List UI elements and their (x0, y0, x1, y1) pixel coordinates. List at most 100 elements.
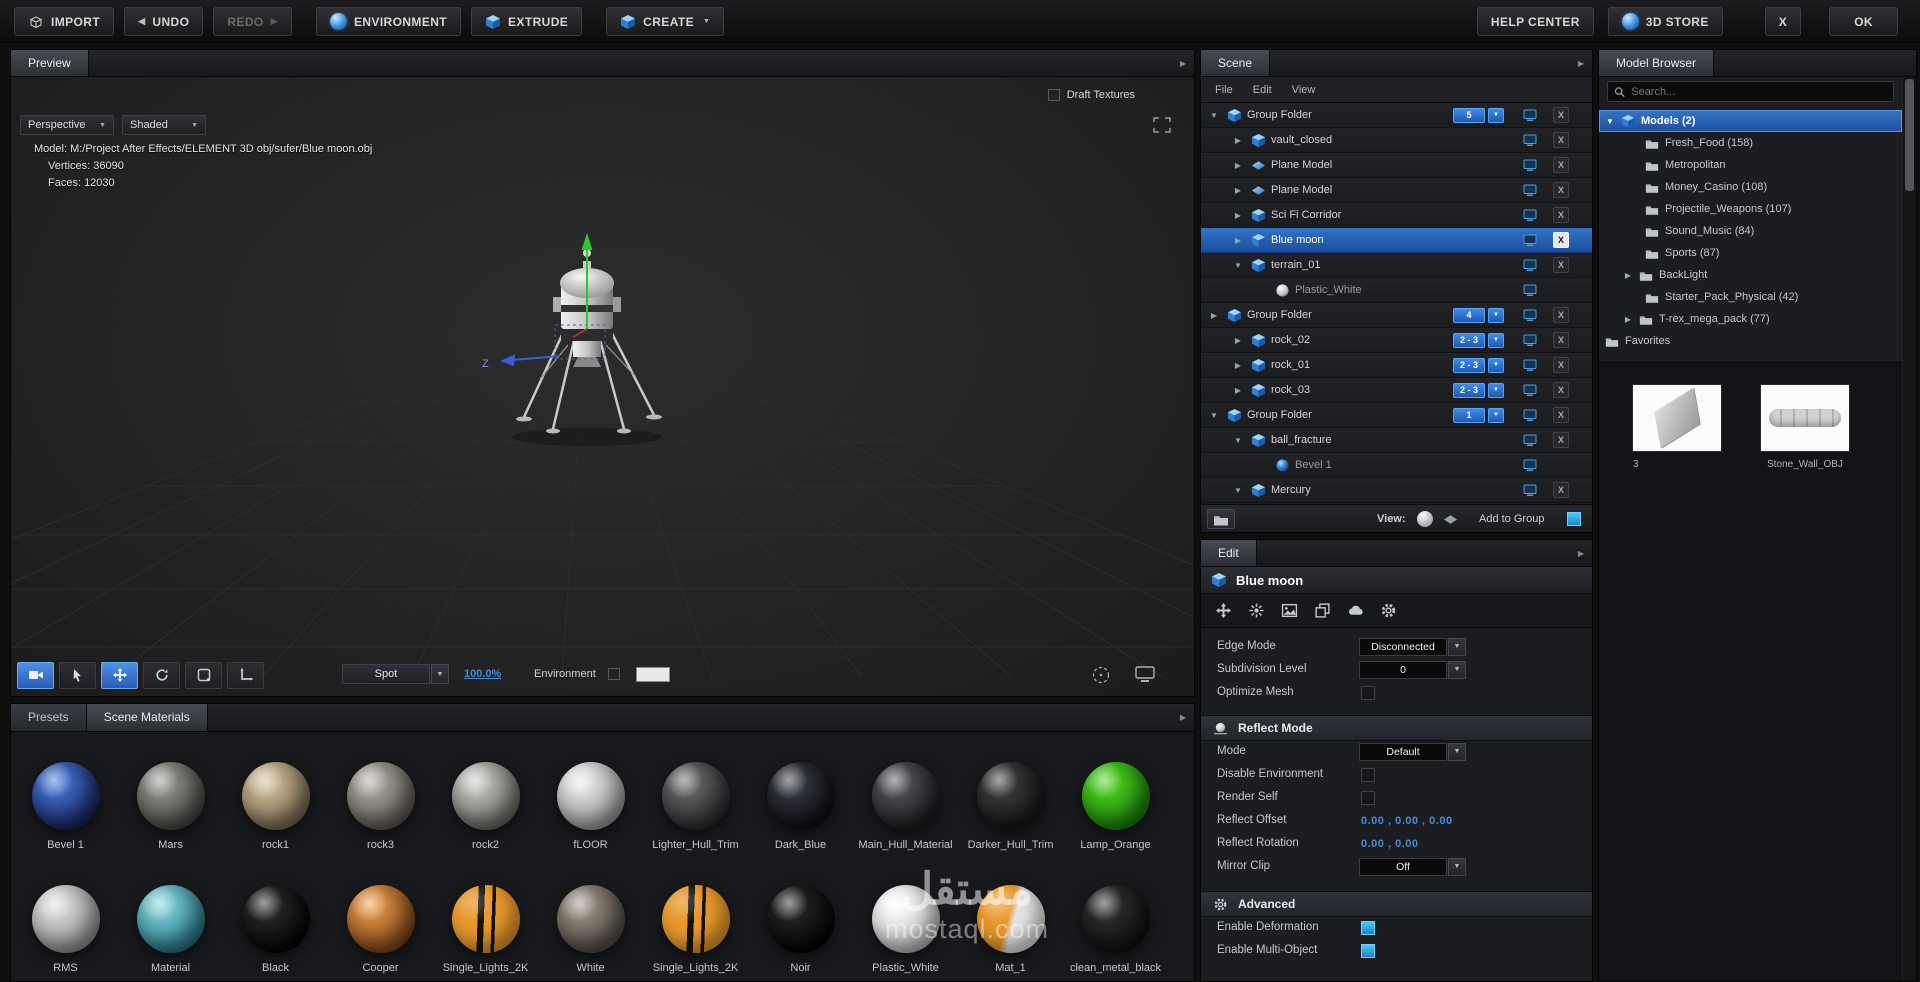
scene-row[interactable]: Bevel 1 (1201, 453, 1592, 478)
monitor-icon[interactable] (1523, 134, 1537, 152)
mode-dropdown[interactable]: Default (1359, 743, 1447, 761)
subdivision-dropdown-arrow-icon[interactable]: ▼ (1448, 661, 1466, 679)
close-row-button[interactable]: X (1553, 157, 1569, 173)
browser-row[interactable]: Sound_Music (84) (1599, 220, 1902, 242)
scene-row[interactable]: ▶ Plane Model X (1201, 153, 1592, 178)
model-thumbnail[interactable] (1633, 385, 1721, 451)
viewport-3d[interactable]: Z Draft Textures Perspective ▼ Shaded ▼ … (12, 77, 1193, 695)
view-sphere-icon[interactable] (1417, 511, 1433, 527)
environment-checkbox[interactable] (608, 668, 620, 680)
badge-dropdown-icon[interactable]: ▼ (1488, 308, 1504, 323)
close-row-button[interactable]: X (1553, 132, 1569, 148)
orbit-widget-icon[interactable] (1091, 665, 1111, 685)
browser-row[interactable]: ▼ Models (2) (1599, 110, 1902, 132)
material-sphere[interactable] (976, 762, 1045, 830)
material-sphere[interactable] (241, 762, 310, 830)
group-folder-button[interactable] (1207, 509, 1235, 529)
light-select-dropdown[interactable]: Spot (342, 664, 430, 684)
ok-button[interactable]: OK (1829, 7, 1898, 36)
menu-view[interactable]: View (1292, 84, 1316, 96)
expand-arrow-icon[interactable]: ▶ (1233, 361, 1243, 370)
count-badge[interactable]: 4 (1453, 308, 1485, 323)
menu-file[interactable]: File (1215, 84, 1233, 96)
collapse-arrow-icon[interactable]: ▼ (1209, 411, 1219, 420)
redo-button[interactable]: REDO ▶ (213, 7, 292, 36)
monitor-icon[interactable] (1523, 159, 1537, 177)
camera-view-dropdown[interactable]: Perspective ▼ (20, 115, 114, 135)
draft-textures-toggle[interactable]: Draft Textures (1047, 89, 1135, 101)
search-input[interactable] (1631, 85, 1887, 98)
material-sphere[interactable] (451, 885, 520, 953)
monitor-icon[interactable] (1523, 109, 1537, 127)
draft-textures-checkbox[interactable] (1047, 89, 1060, 101)
material-tile[interactable]: Lamp_Orange (1063, 762, 1168, 851)
expand-arrow-icon[interactable]: ▶ (1233, 236, 1243, 245)
undo-button[interactable]: ◀ UNDO (124, 7, 204, 36)
browser-row[interactable]: ▶ BackLight (1599, 264, 1902, 286)
edge-mode-dropdown[interactable]: Disconnected (1359, 638, 1447, 656)
material-sphere[interactable] (136, 885, 205, 953)
monitor-icon[interactable] (1523, 409, 1537, 427)
material-sphere[interactable] (556, 885, 625, 953)
monitor-icon[interactable] (1523, 234, 1537, 252)
search-box[interactable] (1607, 81, 1894, 102)
browser-row[interactable]: Projectile_Weapons (107) (1599, 198, 1902, 220)
material-tile[interactable]: Cooper (328, 885, 433, 974)
collapse-arrow-icon[interactable]: ▼ (1233, 486, 1243, 495)
collapse-arrow-icon[interactable]: ▼ (1605, 117, 1615, 126)
badge-dropdown-icon[interactable]: ▼ (1488, 358, 1504, 373)
material-sphere[interactable] (766, 885, 835, 953)
shading-mode-dropdown[interactable]: Shaded ▼ (122, 115, 206, 135)
monitor-icon[interactable] (1523, 459, 1537, 477)
smoke-tool-icon[interactable] (1343, 599, 1367, 623)
monitor-icon[interactable] (1523, 284, 1537, 302)
mirror-clip-dropdown-arrow-icon[interactable]: ▼ (1448, 858, 1466, 876)
edit-expand-arrow-icon[interactable]: ▶ (1570, 540, 1592, 566)
monitor-icon[interactable] (1523, 259, 1537, 277)
close-row-button[interactable]: X (1553, 432, 1569, 448)
material-tile[interactable]: Single_Lights_2K (433, 885, 538, 974)
transform-tool-icon[interactable] (1211, 599, 1235, 623)
enable-deformation-checkbox[interactable] (1361, 921, 1375, 935)
light-dropdown-arrow-icon[interactable]: ▼ (431, 664, 449, 684)
material-sphere[interactable] (31, 885, 100, 953)
close-row-button[interactable]: X (1553, 357, 1569, 373)
tab-scene-materials[interactable]: Scene Materials (86, 704, 208, 731)
add-to-group-checkbox[interactable] (1567, 512, 1581, 526)
close-row-button[interactable]: X (1553, 182, 1569, 198)
disable-environment-checkbox[interactable] (1361, 768, 1375, 782)
material-sphere[interactable] (346, 762, 415, 830)
monitor-icon[interactable] (1523, 334, 1537, 352)
material-tile[interactable]: Black (223, 885, 328, 974)
material-sphere[interactable] (451, 762, 520, 830)
tab-preview[interactable]: Preview (11, 50, 89, 76)
material-tile[interactable]: clean_metal_black (1063, 885, 1168, 974)
tab-scene[interactable]: Scene (1201, 50, 1271, 76)
material-tile[interactable]: Mars (118, 762, 223, 851)
monitor-icon[interactable] (1523, 309, 1537, 327)
expand-arrow-icon[interactable]: ▶ (1623, 315, 1633, 324)
scene-row[interactable]: ▼ ball_fracture X (1201, 428, 1592, 453)
material-sphere[interactable] (241, 885, 310, 953)
count-badge[interactable]: 2 - 3 (1453, 358, 1485, 373)
browser-row[interactable]: Money_Casino (108) (1599, 176, 1902, 198)
material-sphere[interactable] (871, 885, 940, 953)
mirror-clip-dropdown[interactable]: Off (1359, 858, 1447, 876)
close-row-button[interactable]: X (1553, 332, 1569, 348)
material-tile[interactable]: Dark_Blue (748, 762, 853, 851)
monitor-icon[interactable] (1523, 484, 1537, 502)
subdivision-dropdown[interactable]: 0 (1359, 661, 1447, 679)
monitor-icon[interactable] (1523, 184, 1537, 202)
count-badge[interactable]: 1 (1453, 408, 1485, 423)
texture-tool-icon[interactable] (1277, 599, 1301, 623)
edge-mode-dropdown-arrow-icon[interactable]: ▼ (1448, 638, 1466, 656)
expand-arrow-icon[interactable]: ▶ (1209, 311, 1219, 320)
close-row-button[interactable]: X (1553, 407, 1569, 423)
output-monitor-icon[interactable] (1135, 666, 1155, 683)
mode-dropdown-arrow-icon[interactable]: ▼ (1448, 743, 1466, 761)
browser-row[interactable]: Sports (87) (1599, 242, 1902, 264)
browser-row[interactable]: ▶ T-rex_mega_pack (77) (1599, 308, 1902, 330)
close-row-button[interactable]: X (1553, 382, 1569, 398)
scene-row[interactable]: ▶ Group Folder 4 ▼ X (1201, 303, 1592, 328)
scene-row[interactable]: ▼ Mercury X (1201, 478, 1592, 503)
